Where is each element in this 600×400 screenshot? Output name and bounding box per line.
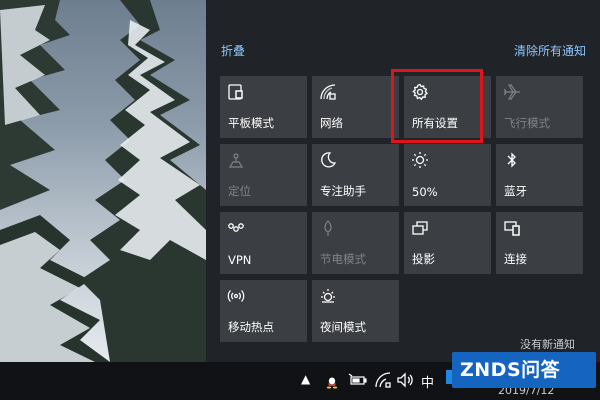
tile-label: 夜间模式 [320, 320, 366, 334]
quick-action-connect[interactable]: 连接 [496, 212, 583, 274]
vpn-icon [227, 219, 245, 237]
quick-action-location[interactable]: 定位 [220, 144, 307, 206]
moon-icon [319, 151, 337, 169]
show-hidden-icons-icon[interactable]: ▲ [301, 372, 319, 390]
tile-label: 50% [412, 185, 438, 199]
no-notifications-text: 没有新通知 [520, 338, 575, 351]
clear-all-notifications-link[interactable]: 清除所有通知 [514, 42, 586, 59]
tile-label: 网络 [320, 116, 343, 130]
project-icon [411, 219, 429, 237]
tile-label: 所有设置 [412, 116, 458, 130]
watermark-text: ZNDS问答 [460, 359, 561, 381]
tile-label: 专注助手 [320, 184, 366, 198]
qq-penguin-icon[interactable] [323, 371, 341, 389]
location-icon [227, 151, 245, 169]
quick-action-brightness[interactable]: 50% [404, 144, 491, 206]
volume-icon[interactable] [396, 371, 414, 389]
tile-label: 移动热点 [228, 320, 274, 334]
quick-action-vpn[interactable]: VPN [220, 212, 307, 274]
quick-action-night-light[interactable]: 夜间模式 [312, 280, 399, 342]
quick-action-tablet-mode[interactable]: 平板模式 [220, 76, 307, 138]
airplane-icon [503, 83, 521, 101]
quick-action-battery-saver[interactable]: 节电模式 [312, 212, 399, 274]
network-icon [319, 83, 337, 101]
quick-action-mobile-hotspot[interactable]: 移动热点 [220, 280, 307, 342]
quick-action-project[interactable]: 投影 [404, 212, 491, 274]
battery-icon[interactable] [348, 371, 367, 389]
tile-label: 投影 [412, 252, 435, 266]
network-tray-icon[interactable] [374, 371, 392, 389]
connect-icon [503, 219, 521, 237]
tile-label: 定位 [228, 184, 251, 198]
collapse-link[interactable]: 折叠 [221, 42, 245, 59]
desktop-wallpaper [0, 0, 206, 362]
night-light-icon [319, 287, 337, 305]
quick-action-bluetooth[interactable]: 蓝牙 [496, 144, 583, 206]
ime-indicator[interactable]: 中 [421, 372, 434, 391]
bluetooth-icon [503, 151, 521, 169]
quick-action-airplane-mode[interactable]: 飞行模式 [496, 76, 583, 138]
gear-icon [411, 83, 429, 101]
battery-saver-icon [319, 219, 337, 237]
quick-action-all-settings[interactable]: 所有设置 [404, 76, 491, 138]
tile-label: 平板模式 [228, 116, 274, 130]
tile-label: VPN [228, 253, 252, 267]
tile-label: 蓝牙 [504, 184, 527, 198]
tablet-mode-icon [227, 83, 245, 101]
tile-label: 连接 [504, 252, 527, 266]
znds-watermark: ZNDS问答 [452, 352, 596, 388]
mobile-hotspot-icon [227, 287, 245, 305]
quick-action-network[interactable]: 网络 [312, 76, 399, 138]
quick-action-focus-assist[interactable]: 专注助手 [312, 144, 399, 206]
brightness-icon [411, 151, 429, 169]
tile-label: 节电模式 [320, 252, 366, 266]
tile-label: 飞行模式 [504, 116, 550, 130]
